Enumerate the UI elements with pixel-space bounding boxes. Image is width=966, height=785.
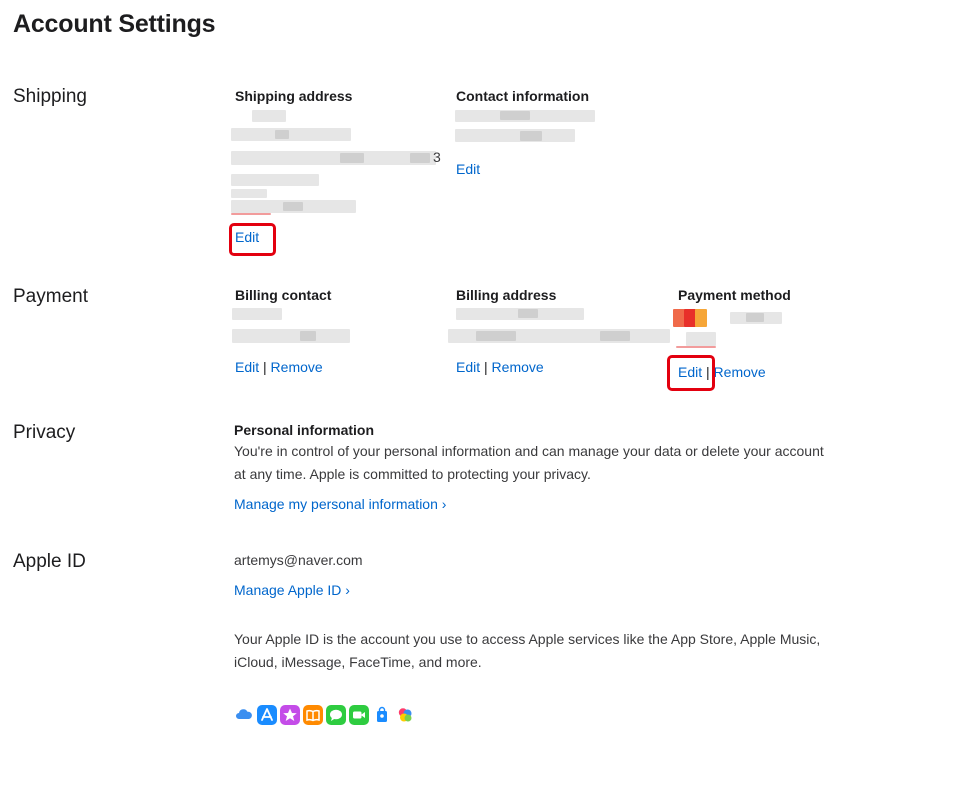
books-icon [303, 705, 323, 725]
privacy-description-line-2: at any time. Apple is committed to prote… [234, 466, 591, 482]
personal-information-title: Personal information [234, 422, 375, 438]
separator: | [484, 359, 488, 375]
page-title: Account Settings [13, 10, 216, 38]
highlight-box [229, 223, 276, 256]
billing-contact-remove-link[interactable]: Remove [271, 359, 323, 375]
icloud-icon [234, 705, 254, 725]
manage-personal-information-link[interactable]: Manage my personal information › [234, 496, 446, 512]
apple-id-description-line-1: Your Apple ID is the account you use to … [234, 631, 821, 647]
highlight-box [667, 355, 715, 391]
separator: | [263, 359, 267, 375]
payment-method-remove-link[interactable]: Remove [714, 364, 766, 380]
billing-contact-edit-link[interactable]: Edit [235, 359, 259, 375]
shipping-section-title: Shipping [13, 86, 87, 107]
facetime-icon [349, 705, 369, 725]
shipping-address-title: Shipping address [235, 88, 353, 104]
contact-information-title: Contact information [456, 88, 589, 104]
billing-contact-title: Billing contact [235, 287, 332, 303]
itunes-store-icon [280, 705, 300, 725]
billing-address-edit-link[interactable]: Edit [456, 359, 480, 375]
apple-id-section-title: Apple ID [13, 551, 86, 572]
shipping-address-digit: 3 [433, 149, 441, 165]
billing-address-remove-link[interactable]: Remove [492, 359, 544, 375]
apple-id-description-line-2: iCloud, iMessage, FaceTime, and more. [234, 654, 482, 670]
apple-store-icon [372, 705, 392, 725]
manage-apple-id-link[interactable]: Manage Apple ID › [234, 582, 350, 598]
contact-information-edit-link[interactable]: Edit [456, 161, 480, 177]
payment-method-title: Payment method [678, 287, 791, 303]
payment-section-title: Payment [13, 286, 88, 307]
privacy-description-line-1: You're in control of your personal infor… [234, 443, 824, 459]
game-center-icon [395, 705, 415, 725]
billing-contact-actions: Edit | Remove [235, 359, 323, 375]
privacy-section-title: Privacy [13, 422, 76, 443]
billing-address-actions: Edit | Remove [456, 359, 544, 375]
apple-services-icons [234, 705, 415, 725]
billing-address-title: Billing address [456, 287, 557, 303]
apple-id-email: artemys@naver.com [234, 552, 363, 568]
messages-icon [326, 705, 346, 725]
app-store-icon [257, 705, 277, 725]
